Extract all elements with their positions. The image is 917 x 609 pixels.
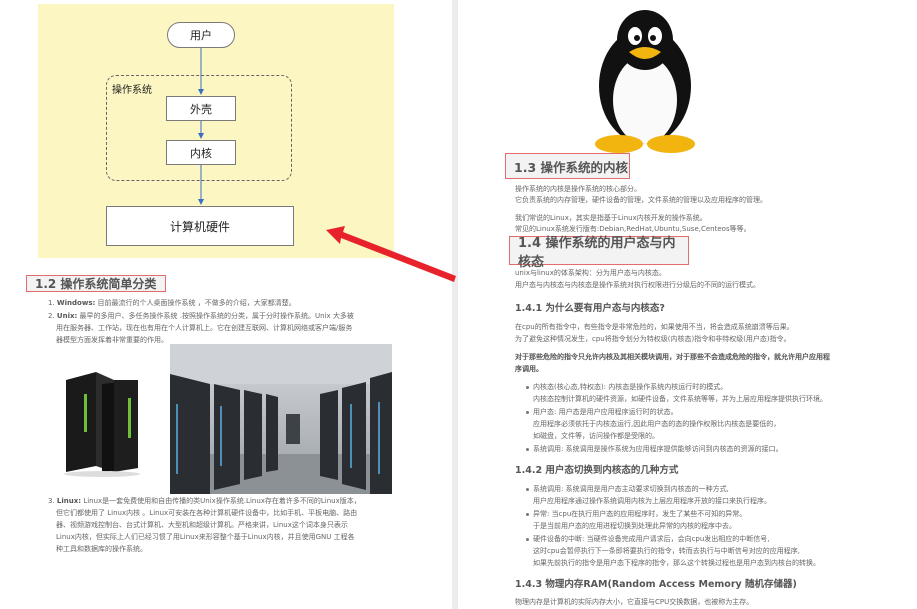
annotation-arrow (326, 226, 456, 282)
